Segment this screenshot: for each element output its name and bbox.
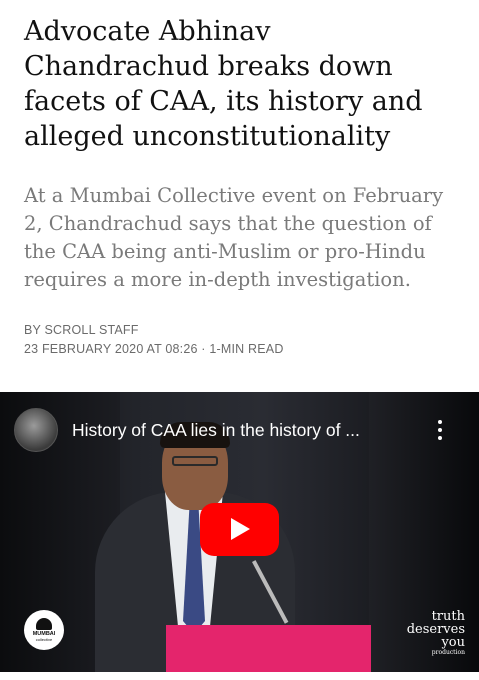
more-vertical-icon[interactable] bbox=[432, 420, 448, 444]
speaker-glasses bbox=[172, 456, 218, 466]
mumbai-collective-logo: MUMBAI collective bbox=[24, 610, 64, 650]
article-dek: At a Mumbai Collective event on February… bbox=[24, 184, 444, 291]
video-title[interactable]: History of CAA lies in the history of ..… bbox=[72, 420, 407, 441]
article-byline[interactable]: BY SCROLL STAFF bbox=[24, 323, 139, 337]
article-dateline: 23 FEBRUARY 2020 AT 08:26 · 1-MIN READ bbox=[24, 342, 284, 356]
logo-sub: collective bbox=[35, 637, 53, 642]
channel-avatar[interactable] bbox=[14, 408, 58, 452]
article-headline: Advocate Abhinav Chandrachud breaks down… bbox=[24, 16, 423, 152]
logo-mark-icon bbox=[36, 618, 52, 630]
video-embed[interactable]: History of CAA lies in the history of ..… bbox=[0, 392, 479, 672]
watermark-line3: you bbox=[441, 635, 465, 650]
play-button[interactable] bbox=[200, 503, 279, 556]
play-icon bbox=[231, 518, 250, 540]
watermark-line4: production bbox=[431, 649, 465, 656]
truth-deserves-you-watermark: truth deserves you production bbox=[385, 610, 465, 657]
podium bbox=[166, 625, 371, 672]
